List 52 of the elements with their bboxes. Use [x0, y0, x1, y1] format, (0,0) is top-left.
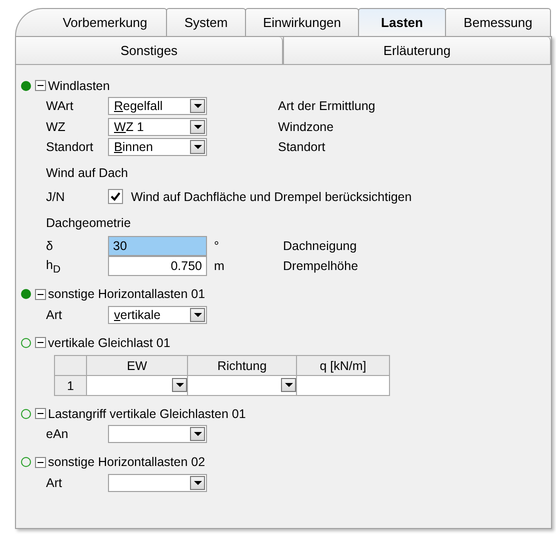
number-field[interactable]: 30	[108, 236, 207, 256]
dropdown[interactable]: vertikale	[108, 306, 207, 324]
tab[interactable]: Einwirkungen	[245, 8, 359, 36]
tab[interactable]: System	[166, 8, 246, 36]
field-label: h$_{D}$	[46, 258, 62, 275]
group-heading: Wind auf Dach	[46, 166, 128, 180]
section-title: sonstige Horizontallasten 02	[48, 455, 206, 469]
collapse-icon[interactable]	[35, 408, 46, 419]
field-description: Standort	[278, 140, 326, 154]
field-description: Dachneigung	[283, 238, 357, 253]
field-label: Art	[46, 476, 63, 490]
collapse-icon[interactable]	[35, 337, 46, 348]
tab[interactable]: Erläuterung	[283, 37, 551, 65]
row-number: 1	[54, 376, 86, 396]
table-cell[interactable]	[296, 376, 390, 396]
field-label: Standort	[46, 140, 94, 154]
group-heading: Dachgeometrie	[46, 216, 131, 230]
section-title: Windlasten	[48, 78, 110, 92]
collapse-icon[interactable]	[35, 80, 46, 91]
column-header: Richtung	[188, 356, 296, 376]
field-label: J/N	[46, 190, 66, 204]
dropdown[interactable]: Binnen	[108, 138, 207, 156]
tab[interactable]: Lasten	[358, 8, 446, 36]
tab[interactable]: Bemessung	[445, 8, 551, 36]
checkbox[interactable]	[108, 189, 123, 204]
field-label: WArt	[46, 99, 74, 114]
field-label: δ	[46, 238, 54, 253]
section-title: sonstige Horizontallasten 01	[48, 287, 206, 301]
unit-label: °	[213, 238, 220, 253]
number-field[interactable]: 0.750	[108, 256, 207, 276]
collapse-icon[interactable]	[35, 456, 46, 468]
dropdown[interactable]: WZ 1	[108, 118, 207, 136]
field-label: WZ	[46, 120, 66, 134]
collapse-icon[interactable]	[35, 288, 46, 300]
field-description: Windzone	[278, 120, 334, 134]
column-header: EW	[86, 356, 188, 376]
field-label: eAn	[46, 427, 70, 442]
dropdown[interactable]	[108, 474, 207, 492]
tab[interactable]: Vorbemerkung	[15, 8, 167, 36]
unit-label: m	[213, 259, 226, 274]
column-header: q [kN/m]	[296, 356, 390, 376]
section-title: Lastangriff vertikale Gleichlasten 01	[48, 406, 246, 420]
dropdown[interactable]	[108, 425, 207, 444]
table-cell[interactable]	[86, 376, 188, 396]
field-description: Art der Ermittlung	[278, 99, 376, 114]
checkbox-label: Wind auf Dachfläche und Drempel berücksichtigen	[131, 190, 412, 204]
dropdown[interactable]: Regelfall	[108, 97, 207, 116]
section-title: vertikale Gleichlast 01	[48, 336, 170, 350]
tab[interactable]: Sonstiges	[16, 37, 283, 65]
field-description: Drempelhöhe	[283, 259, 358, 274]
field-label: Art	[46, 308, 63, 322]
table-cell[interactable]	[188, 376, 296, 396]
